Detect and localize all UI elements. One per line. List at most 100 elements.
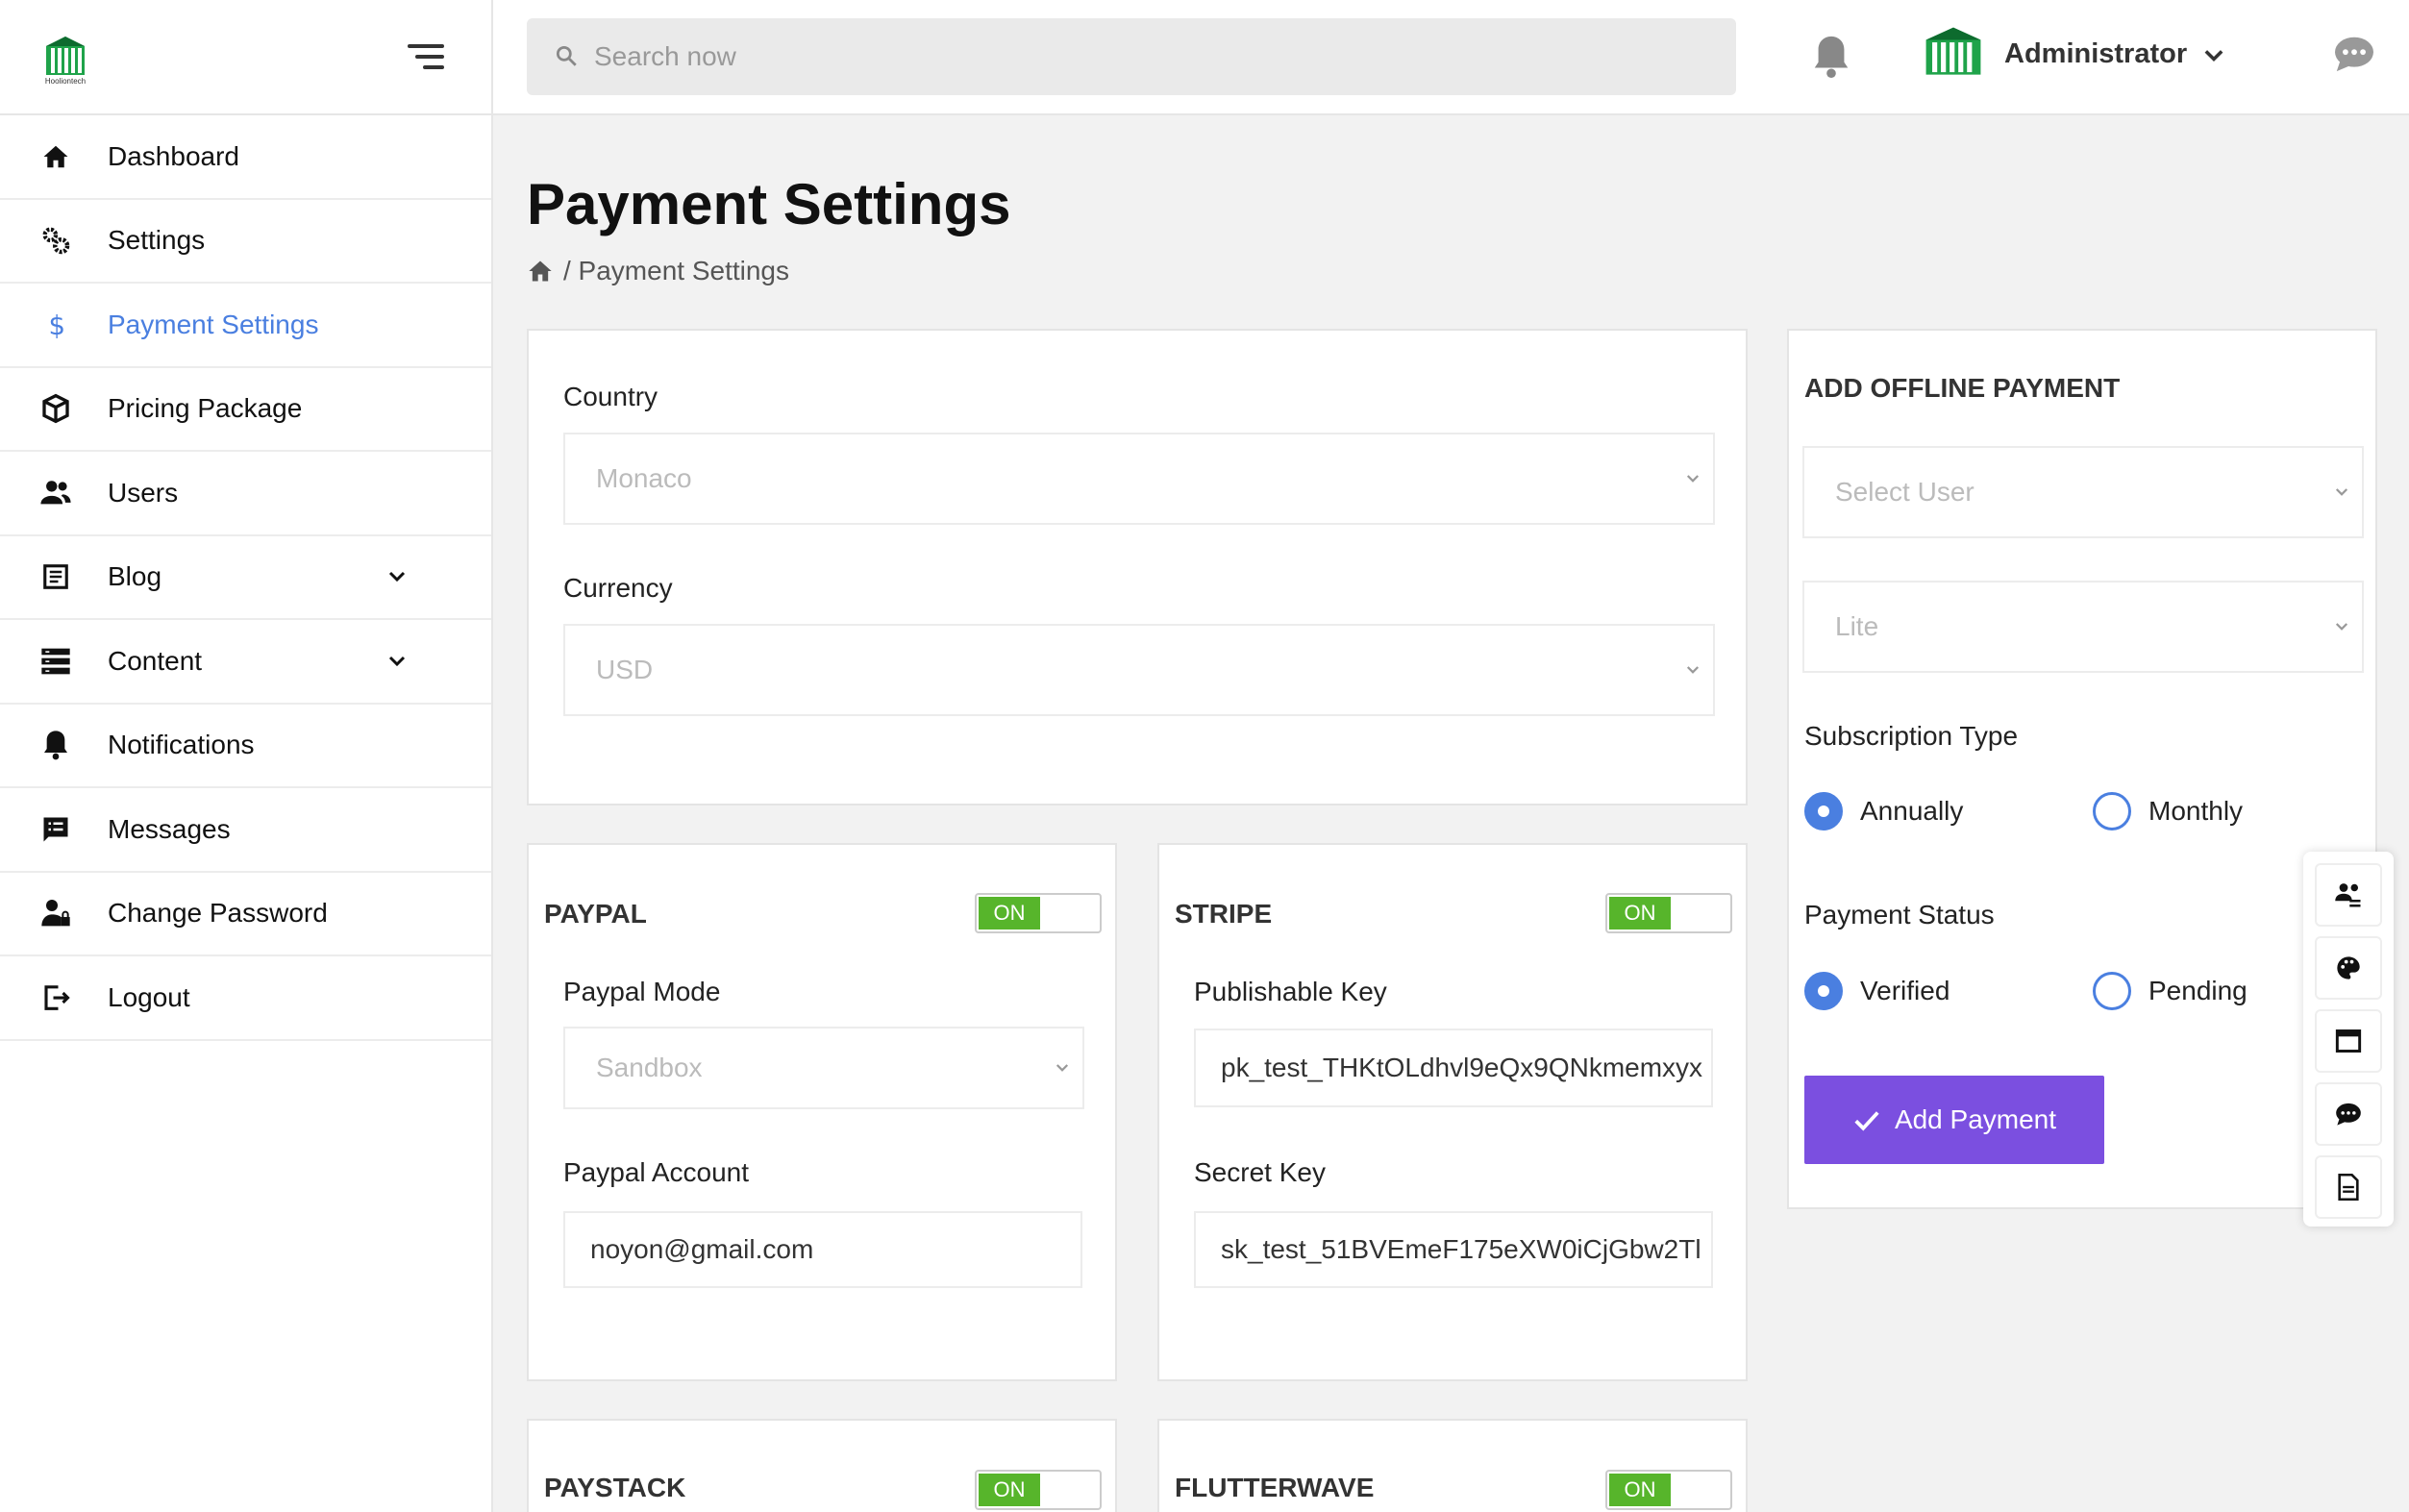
breadcrumb: / Payment Settings xyxy=(527,256,789,286)
notifications-bell-icon[interactable] xyxy=(1812,35,1850,79)
window-button[interactable] xyxy=(2315,1009,2382,1073)
sidebar-item-change-password[interactable]: Change Password xyxy=(0,873,491,956)
chat-button[interactable] xyxy=(2315,1082,2382,1146)
flutterwave-title: FLUTTERWAVE xyxy=(1175,1473,1375,1502)
paypal-mode-select[interactable]: Sandbox xyxy=(563,1027,1084,1109)
sidebar-item-label: Change Password xyxy=(108,898,328,929)
flutterwave-card: FLUTTERWAVE ON xyxy=(1157,1419,1748,1512)
chat-icon[interactable] xyxy=(2333,35,2375,73)
user-avatar[interactable] xyxy=(1922,25,1985,85)
palette-button[interactable] xyxy=(2315,936,2382,1000)
chevron-down-icon[interactable] xyxy=(2200,42,2227,69)
sidebar-item-label: Settings xyxy=(108,225,206,256)
window-icon xyxy=(2335,1029,2362,1053)
storage-icon xyxy=(38,644,73,679)
stripe-toggle[interactable]: ON xyxy=(1605,893,1732,933)
user-name[interactable]: Administrator xyxy=(2004,38,2187,70)
sidebar-item-label: Pricing Package xyxy=(108,393,303,424)
sidebar: Hooliontech Dashboard Settings $ Payment… xyxy=(0,0,493,1512)
sidebar-item-blog[interactable]: Blog xyxy=(0,536,491,620)
currency-label: Currency xyxy=(563,573,673,603)
radio-circle-checked[interactable] xyxy=(1804,792,1843,830)
publishable-key-input[interactable]: pk_test_THKtOLdhvl9eQx9QNkmemxyx xyxy=(1194,1029,1713,1107)
sidebar-item-logout[interactable]: Logout xyxy=(0,956,491,1041)
currency-select[interactable]: USD xyxy=(563,624,1715,716)
paypal-mode-value: Sandbox xyxy=(596,1053,703,1082)
document-icon xyxy=(2338,1174,2359,1201)
chevron-down-icon[interactable] xyxy=(385,565,409,588)
add-payment-label: Add Payment xyxy=(1894,1104,2057,1134)
chevron-down-icon xyxy=(1686,475,1700,483)
check-icon xyxy=(1854,1111,1879,1131)
radio-circle[interactable] xyxy=(2093,792,2131,830)
sidebar-item-label: Dashboard xyxy=(108,140,239,171)
select-user-dropdown[interactable]: Select User xyxy=(1802,446,2364,538)
chevron-down-icon xyxy=(1055,1064,1069,1072)
country-select[interactable]: Monaco xyxy=(563,433,1715,525)
palette-icon xyxy=(2337,956,2360,979)
toggle-on-label: ON xyxy=(979,897,1040,930)
secret-key-input[interactable]: sk_test_51BVEmeF175eXW0iCjGbw2Tl xyxy=(1194,1211,1713,1288)
radio-circle[interactable] xyxy=(2093,972,2131,1010)
chevron-down-icon[interactable] xyxy=(385,650,409,673)
package-value: Lite xyxy=(1835,611,1879,641)
paypal-card: PAYPAL ON Paypal Mode Sandbox Paypal Acc… xyxy=(527,843,1117,1381)
chat-bubble-icon xyxy=(2336,1103,2361,1126)
radio-monthly[interactable]: Monthly xyxy=(2093,792,2243,830)
sidebar-item-pricing-package[interactable]: Pricing Package xyxy=(0,368,491,452)
sidebar-item-users[interactable]: Users xyxy=(0,452,491,536)
paypal-account-label: Paypal Account xyxy=(563,1157,750,1187)
sidebar-item-messages[interactable]: Messages xyxy=(0,788,491,873)
home-icon[interactable] xyxy=(527,258,554,285)
sidebar-item-label: Messages xyxy=(108,813,231,844)
radio-verified-label: Verified xyxy=(1860,976,1950,1005)
paypal-toggle[interactable]: ON xyxy=(975,893,1102,933)
secret-key-label: Secret Key xyxy=(1194,1157,1326,1187)
sidebar-item-label: Notifications xyxy=(108,730,255,760)
search-icon xyxy=(556,45,577,66)
radio-pending[interactable]: Pending xyxy=(2093,972,2248,1010)
paypal-title: PAYPAL xyxy=(544,899,647,929)
logout-icon xyxy=(38,980,73,1015)
document-button[interactable] xyxy=(2315,1155,2382,1219)
package-select[interactable]: Lite xyxy=(1802,581,2364,673)
stripe-card: STRIPE ON Publishable Key pk_test_THKtOL… xyxy=(1157,843,1748,1381)
people-settings-icon xyxy=(2335,883,2361,907)
box-icon xyxy=(38,391,73,426)
sidebar-item-payment-settings[interactable]: $ Payment Settings xyxy=(0,284,491,368)
radio-circle-checked[interactable] xyxy=(1804,972,1843,1010)
menu-toggle-icon[interactable] xyxy=(406,42,444,71)
svg-text:$: $ xyxy=(49,310,66,340)
paypal-account-input[interactable]: noyon@gmail.com xyxy=(563,1211,1082,1288)
people-settings-button[interactable] xyxy=(2315,863,2382,927)
radio-annually[interactable]: Annually xyxy=(1804,792,1963,830)
sidebar-item-settings[interactable]: Settings xyxy=(0,200,491,284)
flutterwave-toggle[interactable]: ON xyxy=(1605,1470,1732,1510)
sidebar-header: Hooliontech xyxy=(0,0,491,115)
chevron-down-icon xyxy=(1686,666,1700,674)
dollar-icon: $ xyxy=(38,308,73,342)
sidebar-item-label: Users xyxy=(108,477,179,508)
bell-icon xyxy=(38,728,73,762)
article-icon xyxy=(38,559,73,594)
radio-pending-label: Pending xyxy=(2148,976,2248,1005)
sidebar-item-content[interactable]: Content xyxy=(0,620,491,705)
floating-toolbar xyxy=(2303,852,2394,1227)
radio-verified[interactable]: Verified xyxy=(1804,972,1950,1010)
search-bar[interactable] xyxy=(527,18,1736,95)
paystack-toggle[interactable]: ON xyxy=(975,1470,1102,1510)
country-label: Country xyxy=(563,382,658,411)
sidebar-item-label: Blog xyxy=(108,561,162,592)
sidebar-item-dashboard[interactable]: Dashboard xyxy=(0,115,491,200)
sidebar-item-notifications[interactable]: Notifications xyxy=(0,705,491,788)
general-settings-card: Country Monaco Currency USD xyxy=(527,329,1748,806)
country-value: Monaco xyxy=(596,463,692,493)
add-payment-button[interactable]: Add Payment xyxy=(1804,1076,2104,1164)
brand-logo-text: Hooliontech xyxy=(44,77,87,86)
message-icon xyxy=(38,812,73,847)
search-input[interactable] xyxy=(594,18,1700,95)
currency-value: USD xyxy=(596,655,654,684)
chevron-down-icon xyxy=(2335,488,2348,496)
sidebar-item-label: Content xyxy=(108,645,203,676)
user-lock-icon xyxy=(38,896,73,930)
